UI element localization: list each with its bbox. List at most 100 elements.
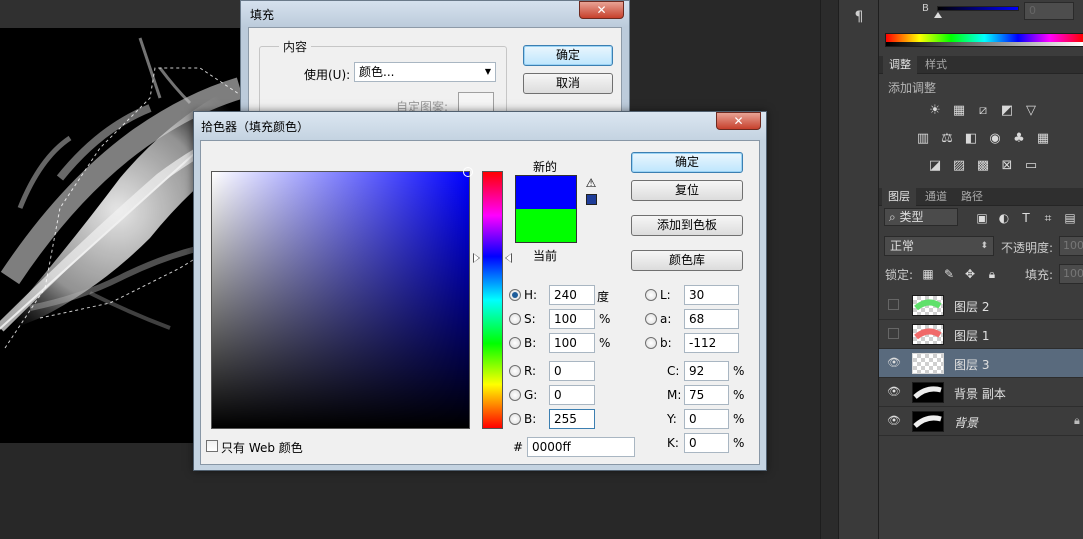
h-field[interactable]: 240 bbox=[549, 285, 595, 305]
fill-dialog-titlebar[interactable]: 填充 ✕ bbox=[241, 1, 629, 27]
blue-field[interactable]: 255 bbox=[549, 409, 595, 429]
eye-icon[interactable]: 👁︎ bbox=[887, 356, 901, 370]
lock-all-icon[interactable]: 🔒︎ bbox=[985, 267, 999, 281]
color-slider-thumb[interactable] bbox=[934, 12, 942, 18]
websafe-swatch-icon[interactable] bbox=[586, 194, 597, 205]
hue-slider-left-arrow[interactable] bbox=[473, 253, 480, 263]
opacity-field[interactable]: 100% bbox=[1059, 236, 1083, 256]
channel-mixer-icon[interactable]: ♣ bbox=[1011, 132, 1027, 146]
brightness-icon[interactable]: ☀ bbox=[927, 104, 943, 118]
fill-cancel-button[interactable]: 取消 bbox=[523, 73, 613, 94]
web-only-checkbox[interactable] bbox=[206, 440, 218, 452]
hue-sat-icon[interactable]: ▥ bbox=[915, 132, 931, 146]
radio-s[interactable] bbox=[509, 313, 521, 325]
eye-icon[interactable]: 👁︎ bbox=[887, 414, 901, 428]
a-field[interactable]: 68 bbox=[684, 309, 739, 329]
k-field[interactable]: 0 bbox=[684, 433, 729, 453]
radio-r[interactable] bbox=[509, 365, 521, 377]
use-select[interactable]: 颜色... ▼ bbox=[354, 62, 496, 82]
radio-blue[interactable] bbox=[509, 413, 521, 425]
picker-titlebar[interactable]: 拾色器（填充颜色） ✕ bbox=[194, 112, 766, 140]
black-white-icon[interactable]: ◧ bbox=[963, 132, 979, 146]
m-field[interactable]: 75 bbox=[684, 385, 729, 405]
brightness-field[interactable]: 100 bbox=[549, 333, 595, 353]
lab-b-field[interactable]: -112 bbox=[684, 333, 739, 353]
vibrance-icon[interactable]: ▽ bbox=[1023, 104, 1039, 118]
lock-transparent-icon[interactable]: ▦ bbox=[921, 267, 935, 281]
radio-lab-b[interactable] bbox=[645, 337, 657, 349]
photo-filter-icon[interactable]: ◉ bbox=[987, 132, 1003, 146]
visibility-toggle[interactable] bbox=[888, 299, 899, 310]
layer-row[interactable]: 图层 2 bbox=[879, 291, 1083, 320]
current-color-swatch[interactable] bbox=[515, 209, 577, 243]
tab-paths[interactable]: 路径 bbox=[955, 188, 989, 206]
visibility-toggle[interactable] bbox=[888, 328, 899, 339]
web-only-label[interactable]: 只有 Web 颜色 bbox=[221, 439, 303, 456]
layer-name: 图层 1 bbox=[954, 329, 990, 343]
gradient-map-icon[interactable]: ▭ bbox=[1023, 159, 1039, 173]
radio-l[interactable] bbox=[645, 289, 657, 301]
exposure-icon[interactable]: ◩ bbox=[999, 104, 1015, 118]
curves-icon[interactable]: ⧄ bbox=[975, 104, 991, 118]
radio-a[interactable] bbox=[645, 313, 657, 325]
g-field[interactable]: 0 bbox=[549, 385, 595, 405]
s-field[interactable]: 100 bbox=[549, 309, 595, 329]
fill-field[interactable]: 100% bbox=[1059, 264, 1083, 284]
m-unit: % bbox=[733, 388, 745, 402]
blue-label: B: bbox=[524, 412, 537, 426]
layer-row[interactable]: 👁︎ 图层 3 bbox=[879, 349, 1083, 378]
add-to-swatches-button[interactable]: 添加到色板 bbox=[631, 215, 743, 236]
radio-h[interactable] bbox=[509, 289, 521, 301]
filter-smart-object-icon[interactable]: ▤ bbox=[1063, 211, 1077, 225]
c-field[interactable]: 92 bbox=[684, 361, 729, 381]
color-slider-value[interactable]: 0 bbox=[1024, 2, 1074, 20]
hue-slider[interactable] bbox=[482, 171, 503, 429]
threshold-icon[interactable]: ▩ bbox=[975, 159, 991, 173]
r-field[interactable]: 0 bbox=[549, 361, 595, 381]
color-balance-icon[interactable]: ⚖ bbox=[939, 132, 955, 146]
layer-row[interactable]: 图层 1 bbox=[879, 320, 1083, 349]
layer-filter-select[interactable]: ⌕ 类型 bbox=[884, 208, 958, 226]
tab-styles[interactable]: 样式 bbox=[919, 56, 953, 74]
lock-image-icon[interactable]: ✎ bbox=[942, 267, 956, 281]
radio-g[interactable] bbox=[509, 389, 521, 401]
picker-ok-button[interactable]: 确定 bbox=[631, 152, 743, 173]
hex-label: # bbox=[513, 440, 524, 454]
posterize-icon[interactable]: ▨ bbox=[951, 159, 967, 173]
hue-slider-right-arrow[interactable] bbox=[505, 253, 512, 263]
layer-row[interactable]: 👁︎ 背景 副本 bbox=[879, 378, 1083, 407]
tab-layers[interactable]: 图层 bbox=[882, 188, 916, 206]
y-field[interactable]: 0 bbox=[684, 409, 729, 429]
selective-color-icon[interactable]: ⊠ bbox=[999, 159, 1015, 173]
eye-icon[interactable]: 👁︎ bbox=[887, 385, 901, 399]
picker-reset-button[interactable]: 复位 bbox=[631, 180, 743, 201]
filter-pixel-icon[interactable]: ▣ bbox=[975, 211, 989, 225]
blend-mode-select[interactable]: 正常 bbox=[884, 236, 994, 256]
color-lookup-icon[interactable]: ▦ bbox=[1035, 132, 1051, 146]
levels-icon[interactable]: ▦ bbox=[951, 104, 967, 118]
color-field-cursor[interactable] bbox=[463, 167, 473, 177]
gamut-warning-icon[interactable]: ⚠ bbox=[584, 177, 598, 190]
l-field[interactable]: 30 bbox=[684, 285, 739, 305]
tab-adjustments[interactable]: 调整 bbox=[883, 56, 917, 74]
fill-ok-button[interactable]: 确定 bbox=[523, 45, 613, 66]
filter-type-icon[interactable]: T bbox=[1019, 211, 1033, 225]
filter-shape-icon[interactable]: ⌗ bbox=[1041, 211, 1055, 225]
brightness-label: B: bbox=[524, 336, 537, 350]
picker-close-button[interactable]: ✕ bbox=[716, 112, 761, 130]
tab-channels[interactable]: 通道 bbox=[919, 188, 953, 206]
color-slider-track[interactable] bbox=[937, 6, 1019, 11]
filter-adjustment-icon[interactable]: ◐ bbox=[997, 211, 1011, 225]
invert-icon[interactable]: ◪ bbox=[927, 159, 943, 173]
color-field[interactable] bbox=[211, 167, 473, 429]
layer-name: 背景 副本 bbox=[954, 387, 1006, 401]
paragraph-icon[interactable]: ¶ bbox=[847, 6, 871, 28]
h-label: H: bbox=[524, 288, 538, 302]
lock-position-icon[interactable]: ✥ bbox=[963, 267, 977, 281]
color-spectrum-bar[interactable] bbox=[885, 33, 1083, 47]
hex-field[interactable]: 0000ff bbox=[527, 437, 635, 457]
color-libraries-button[interactable]: 颜色库 bbox=[631, 250, 743, 271]
fill-dialog-close-button[interactable]: ✕ bbox=[579, 1, 624, 19]
radio-brightness[interactable] bbox=[509, 337, 521, 349]
layer-row[interactable]: 👁︎ 背景 🔒︎ bbox=[879, 407, 1083, 436]
